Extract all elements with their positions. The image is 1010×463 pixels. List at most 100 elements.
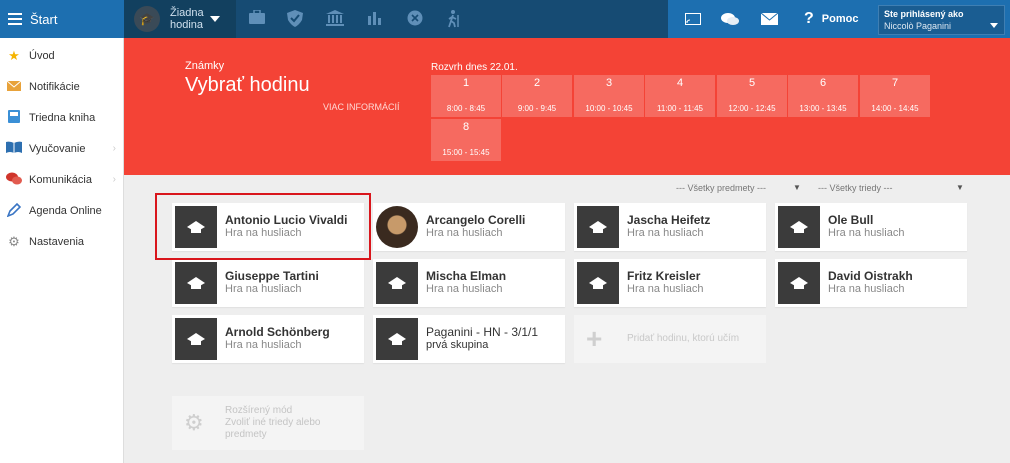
slot-number: 8 — [462, 121, 470, 133]
sidebar-item-uvod[interactable]: ★ Úvod — [0, 40, 124, 71]
hamburger-icon — [8, 13, 22, 25]
selection-highlight — [155, 193, 371, 260]
sidebar-item-vyucovanie[interactable]: Vyučovanie › — [0, 133, 124, 164]
shield-check-icon[interactable] — [286, 10, 304, 28]
teacher-name: David Oistrakh — [828, 269, 913, 283]
subject-name: Hra na husliach — [225, 339, 302, 351]
subject-name: Hra na husliach — [225, 283, 302, 295]
chevron-down-icon — [990, 23, 998, 28]
institution-icon[interactable] — [326, 10, 344, 28]
user-menu[interactable]: Ste prihlásený ako Niccolò Paganini — [878, 5, 1005, 35]
schedule-title: Rozvrh dnes 22.01. — [431, 62, 518, 73]
schedule-slot[interactable]: 4 11:00 - 11:45 — [645, 75, 715, 117]
sidebar-item-agenda-online[interactable]: Agenda Online — [0, 195, 124, 226]
teacher-name: Fritz Kreisler — [627, 269, 701, 283]
graduation-cap-icon — [175, 262, 217, 304]
pen-icon — [6, 202, 22, 219]
chat-icon[interactable] — [720, 0, 740, 38]
sidebar-item-notifikacie[interactable]: Notifikácie — [0, 71, 124, 102]
slot-number: 5 — [748, 77, 756, 89]
subject-filter-value: --- Všetky predmety --- — [676, 183, 767, 193]
chevron-down-icon: ▼ — [956, 183, 964, 192]
subject-name: Hra na husliach — [426, 227, 503, 239]
slot-number: 7 — [891, 77, 899, 89]
graduation-cap-icon — [175, 318, 217, 360]
slot-number: 6 — [819, 77, 827, 89]
page-header: Známky Vybrať hodinu VIAC INFORMÁCIÍ Roz… — [124, 38, 1010, 175]
schedule-slot[interactable]: 3 10:00 - 10:45 — [574, 75, 644, 117]
sidebar-item-nastavenia[interactable]: ⚙ Nastavenia — [0, 226, 124, 257]
advanced-mode-title: Rozšírený mód — [225, 405, 293, 416]
lesson-card[interactable]: Arnold Schönberg Hra na husliach — [172, 315, 364, 363]
avatar — [376, 206, 418, 248]
graduation-cap-icon: 🎓 — [134, 6, 160, 32]
lesson-line1: Žiadna — [170, 7, 204, 19]
book-icon — [6, 109, 22, 126]
lesson-card[interactable]: Ole Bull Hra na husliach — [775, 203, 967, 251]
bar-chart-icon[interactable] — [366, 10, 384, 28]
chevron-down-icon — [209, 16, 220, 22]
briefcase-icon[interactable] — [248, 9, 266, 28]
chat-icon — [6, 172, 22, 188]
lesson-card[interactable]: Fritz Kreisler Hra na husliach — [574, 259, 766, 307]
slot-time: 9:00 - 9:45 — [517, 104, 557, 113]
envelope-icon — [6, 79, 22, 95]
sidebar-item-komunikacia[interactable]: Komunikácia › — [0, 164, 124, 195]
module-toolbar: 🎓 Žiadna hodina — [124, 0, 668, 38]
lesson-card[interactable]: Arcangelo Corelli Hra na husliach — [373, 203, 565, 251]
add-lesson-label: Pridať hodinu, ktorú učím — [627, 333, 740, 344]
lesson-card[interactable]: Giuseppe Tartini Hra na husliach — [172, 259, 364, 307]
sidebar-item-label: Komunikácia — [29, 173, 92, 186]
schedule-slot[interactable]: 1 8:00 - 8:45 — [431, 75, 501, 117]
more-info-link[interactable]: VIAC INFORMÁCIÍ — [323, 102, 400, 112]
schedule-slot[interactable]: 8 15:00 - 15:45 — [431, 119, 501, 161]
schedule-slot[interactable]: 7 14:00 - 14:45 — [860, 75, 930, 117]
cast-icon[interactable] — [684, 0, 702, 38]
start-menu-button[interactable]: Štart — [0, 0, 124, 38]
schedule-slot[interactable]: 5 12:00 - 12:45 — [717, 75, 787, 117]
lesson-card[interactable]: Jascha Heifetz Hra na husliach — [574, 203, 766, 251]
slot-time: 13:00 - 13:45 — [799, 104, 847, 113]
subject-name: Hra na husliach — [627, 227, 704, 239]
user-label: Ste prihlásený ako — [884, 9, 964, 19]
slot-number: 4 — [676, 77, 684, 89]
graduation-cap-icon — [577, 262, 619, 304]
slot-time: 11:00 - 11:45 — [657, 104, 703, 113]
lesson-line2: hodina — [170, 19, 204, 31]
group-subtitle: prvá skupina — [426, 339, 489, 351]
advanced-mode-button[interactable]: ⚙ Rozšírený mód Zvoliť iné triedy alebo … — [172, 396, 364, 450]
teacher-name: Mischa Elman — [426, 269, 507, 283]
lesson-card[interactable]: Paganini - HN - 3/1/1 prvá skupina — [373, 315, 565, 363]
sidebar-item-triedna-kniha[interactable]: Triedna kniha — [0, 102, 124, 133]
class-filter[interactable]: --- Všetky triedy --- ▼ — [818, 183, 964, 193]
group-name: Paganini - HN - 3/1/1 — [426, 325, 539, 339]
star-icon: ★ — [8, 47, 20, 63]
sidebar-item-label: Triedna kniha — [29, 111, 96, 124]
chevron-right-icon: › — [112, 174, 116, 185]
schedule-slot[interactable]: 6 13:00 - 13:45 — [788, 75, 858, 117]
help-label: Pomoc — [821, 13, 859, 25]
slot-time: 10:00 - 10:45 — [585, 104, 633, 113]
teacher-name: Jascha Heifetz — [627, 213, 711, 227]
teacher-name: Arnold Schönberg — [225, 325, 330, 339]
teacher-name: Giuseppe Tartini — [225, 269, 319, 283]
lesson-selector[interactable]: 🎓 Žiadna hodina — [124, 0, 236, 38]
badge-icon[interactable] — [406, 10, 424, 28]
walking-icon[interactable] — [446, 10, 464, 28]
help-button[interactable]: ? Pomoc — [804, 0, 858, 38]
add-lesson-button[interactable]: + Pridať hodinu, ktorú učím — [574, 315, 766, 363]
subject-filter[interactable]: --- Všetky predmety --- ▼ — [676, 183, 801, 193]
teacher-name: Arcangelo Corelli — [426, 213, 526, 227]
slot-time: 8:00 - 8:45 — [446, 104, 486, 113]
lesson-card[interactable]: David Oistrakh Hra na husliach — [775, 259, 967, 307]
sidebar-item-label: Notifikácie — [29, 80, 80, 93]
envelope-icon[interactable] — [759, 0, 779, 38]
schedule-slot[interactable]: 2 9:00 - 9:45 — [502, 75, 572, 117]
graduation-cap-icon — [376, 262, 418, 304]
slot-number: 2 — [533, 77, 541, 89]
user-name: Niccolò Paganini — [884, 21, 952, 31]
graduation-cap-icon — [577, 206, 619, 248]
sidebar: ★ Úvod Notifikácie Triedna kniha Vyučova… — [0, 38, 124, 463]
lesson-card[interactable]: Mischa Elman Hra na husliach — [373, 259, 565, 307]
subject-name: Hra na husliach — [627, 283, 704, 295]
